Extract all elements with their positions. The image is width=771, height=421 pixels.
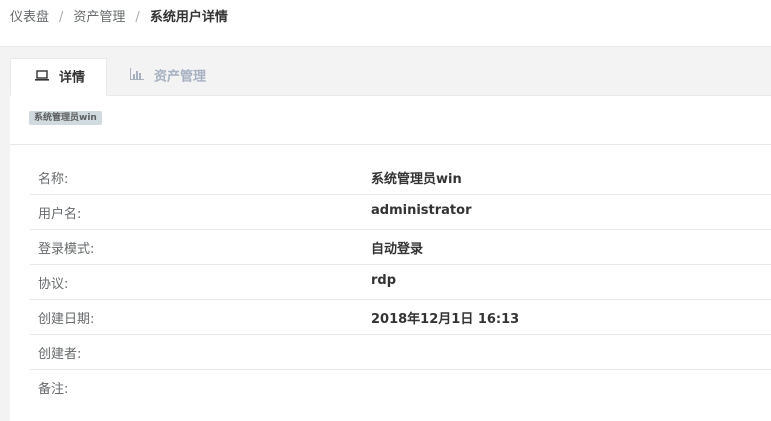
detail-label: 创建者: <box>38 347 82 362</box>
detail-row-comment: 备注: <box>30 370 771 405</box>
detail-value: 2018年12月1日 16:13 <box>371 312 520 327</box>
detail-label: 登录模式: <box>38 242 95 257</box>
detail-row-username: 用户名: administrator <box>30 195 771 230</box>
details-panel: 系统管理员win 名称: 系统管理员win 用户名: administrator… <box>10 96 771 421</box>
detail-value: 自动登录 <box>371 242 424 257</box>
bar-chart-icon <box>130 58 144 96</box>
laptop-icon <box>35 59 49 97</box>
user-badge: 系统管理员win <box>29 111 102 125</box>
detail-row-login-mode: 登录模式: 自动登录 <box>30 230 771 265</box>
detail-value: administrator <box>371 203 472 218</box>
breadcrumb-bar: 仪表盘 / 资产管理 / 系统用户详情 <box>0 0 771 47</box>
breadcrumb-separator: / <box>59 10 64 25</box>
tab-details[interactable]: 详情 <box>10 58 107 96</box>
tab-details-label: 详情 <box>59 70 86 86</box>
detail-row-created-by: 创建者: <box>30 335 771 370</box>
tab-strip: 详情 资产管理 <box>10 58 771 96</box>
breadcrumb-assets-link[interactable]: 资产管理 <box>73 10 125 25</box>
breadcrumb: 仪表盘 / 资产管理 / 系统用户详情 <box>10 9 228 27</box>
detail-row-name: 名称: 系统管理员win <box>30 160 771 195</box>
breadcrumb-dashboard-link[interactable]: 仪表盘 <box>10 10 49 25</box>
details-table: 名称: 系统管理员win 用户名: administrator 登录模式: 自动… <box>30 160 771 405</box>
detail-label: 用户名: <box>38 207 82 222</box>
detail-value: 系统管理员win <box>371 172 462 187</box>
panel-divider <box>10 144 771 145</box>
tab-asset-management[interactable]: 资产管理 <box>120 58 206 96</box>
breadcrumb-separator: / <box>135 10 140 25</box>
detail-label: 创建日期: <box>38 312 95 327</box>
detail-label: 协议: <box>38 277 69 292</box>
detail-row-protocol: 协议: rdp <box>30 265 771 300</box>
detail-value: rdp <box>371 273 397 288</box>
detail-label: 名称: <box>38 172 69 187</box>
breadcrumb-current-page: 系统用户详情 <box>149 10 228 25</box>
detail-label: 备注: <box>38 382 69 397</box>
tab-asset-management-label: 资产管理 <box>154 69 207 85</box>
detail-row-created-date: 创建日期: 2018年12月1日 16:13 <box>30 300 771 335</box>
